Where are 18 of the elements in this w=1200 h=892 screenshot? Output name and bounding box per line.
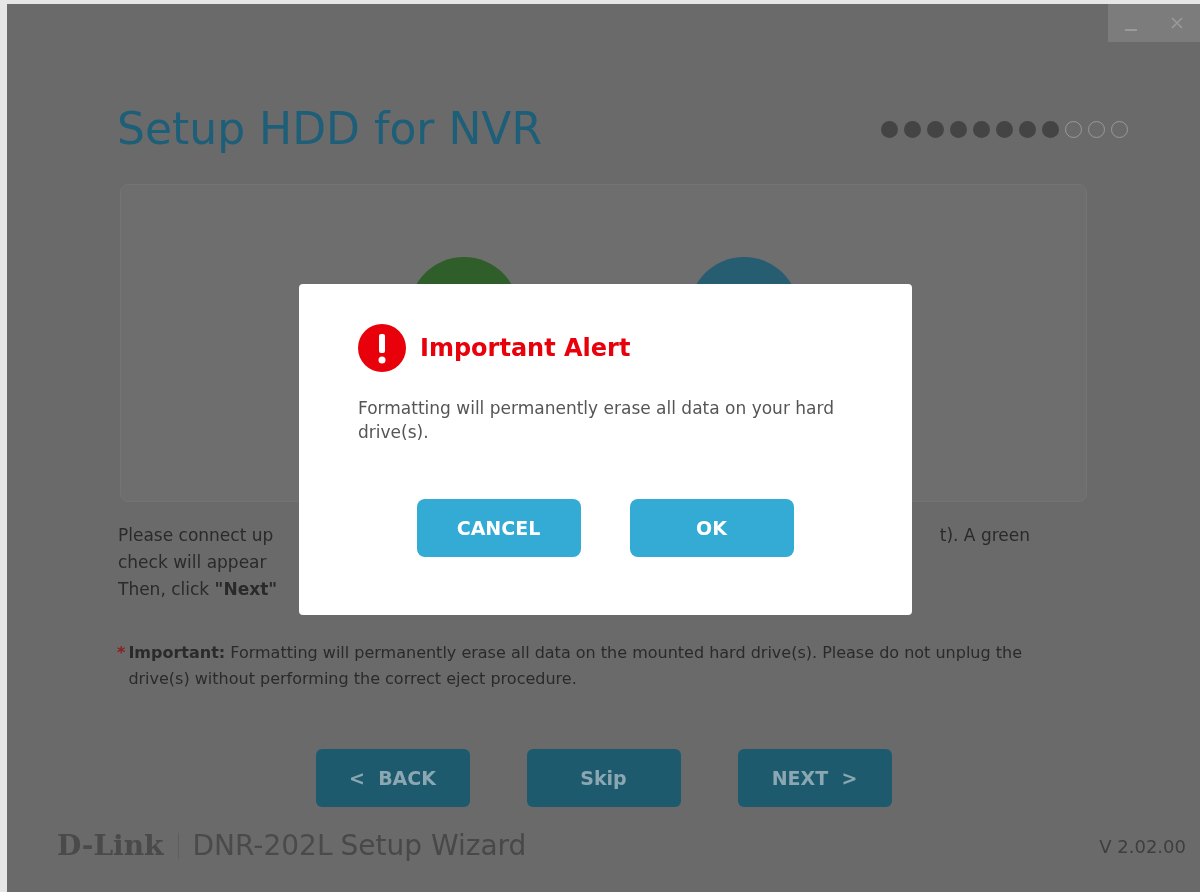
required-mark: * (117, 642, 126, 664)
wizard-button[interactable]: Skip (526, 749, 681, 807)
wizard-button[interactable]: < BACK (315, 749, 470, 807)
alert-icon (358, 324, 406, 372)
wizard-title: Setup HDD for NVR (117, 107, 542, 151)
important-note: Important: Formatting will permanently erase all data on the mounted hard drive(s). Please do not unplug the drive(s) without performing the correct eject procedure. (128, 642, 1023, 690)
dialog-message: Formatting will permanently erase all data on your hard drive(s). (358, 397, 835, 444)
close-button[interactable] (1154, 4, 1200, 42)
dialog-button[interactable]: CANCEL (416, 499, 581, 557)
instruction-text: Please connect up (118, 524, 275, 547)
close-icon (1171, 17, 1183, 29)
dialog-title: Important Alert (420, 333, 631, 364)
wizard-button[interactable]: NEXT > (737, 749, 892, 807)
instruction-text: Then, click "Next" (118, 578, 278, 601)
instruction-text: check will appear (118, 551, 268, 574)
minimize-button[interactable] (1108, 4, 1154, 42)
dialog-button[interactable]: OK (629, 499, 794, 557)
instruction-text: t). A green (939, 524, 1030, 547)
